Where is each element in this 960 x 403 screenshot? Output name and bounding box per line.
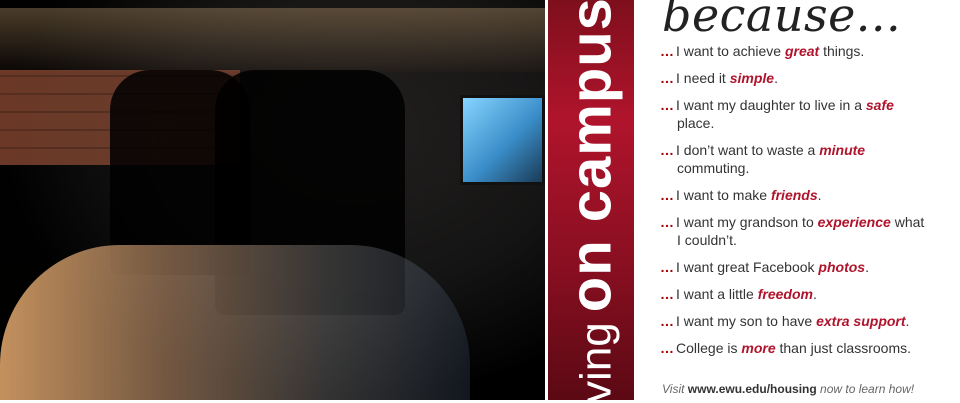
ellipsis: … <box>660 142 674 158</box>
reason-text-end: than just classrooms. <box>775 340 911 356</box>
reason-text: I want a little <box>676 286 758 302</box>
text-panel: because... … I want to achieve great thin… <box>640 0 960 400</box>
reason-text: I want my daughter to live in a <box>676 97 866 113</box>
ellipsis: … <box>660 313 674 329</box>
footer-cta: Visit www.ewu.edu/housing now to learn h… <box>662 382 914 396</box>
footer-post: now to learn how! <box>816 382 915 396</box>
reason-text-end: . <box>865 259 869 275</box>
reasons-list: … I want to achieve great things. … I need… <box>660 42 952 366</box>
reason-item: … I want my daughter to live in a safe pl… <box>660 96 952 132</box>
ellipsis: … <box>660 259 674 275</box>
student-lying-on-bed <box>0 245 470 400</box>
ellipsis: … <box>660 97 674 113</box>
reason-item: … I need it simple. <box>660 69 952 87</box>
reason-text-end: . <box>905 313 910 329</box>
reason-emphasis: experience <box>817 214 891 230</box>
reason-text-end: things. <box>819 43 865 59</box>
ellipsis: … <box>660 214 674 230</box>
ellipsis: … <box>660 340 674 356</box>
reason-text-end: . <box>812 286 817 302</box>
reason-emphasis: friends <box>770 187 818 203</box>
reason-item: … I want a little freedom. <box>660 285 952 303</box>
reason-text: I want to achieve <box>676 43 785 59</box>
reason-text: I don’t want to waste a <box>676 142 820 158</box>
reason-text: College is <box>676 340 742 356</box>
reason-text: I want my grandson to <box>676 214 818 230</box>
reason-emphasis: minute <box>819 142 866 158</box>
ellipsis: … <box>660 187 674 203</box>
reason-item: … I want great Facebook photos. <box>660 258 952 276</box>
reason-line2: commuting. <box>677 160 750 176</box>
reason-text: I want to make <box>676 187 771 203</box>
ellipsis: … <box>660 70 674 86</box>
headline: because... <box>662 0 902 42</box>
reason-emphasis: safe <box>865 97 894 113</box>
reason-item: … College is more than just classrooms. <box>660 339 952 357</box>
reason-text-end: . <box>774 70 778 86</box>
ellipsis: … <box>660 286 674 302</box>
ellipsis: … <box>660 43 674 59</box>
reason-emphasis: more <box>741 340 776 356</box>
reason-text-end: . <box>817 187 822 203</box>
wall-shelf <box>0 8 545 72</box>
reason-emphasis: great <box>784 43 820 59</box>
vertical-main: on campus <box>558 0 624 313</box>
reason-emphasis: extra support <box>816 313 906 329</box>
reason-line2: place. <box>677 115 715 131</box>
reason-text: I want my son to have <box>676 313 817 329</box>
reason-item: … I want my grandson to experience what I… <box>660 213 952 249</box>
reason-emphasis: simple <box>729 70 775 86</box>
reason-text-end: what <box>890 214 925 230</box>
reason-item: … I don’t want to waste a minute commutin… <box>660 141 952 177</box>
reason-item: … I want to achieve great things. <box>660 42 952 60</box>
reason-item: … I want my son to have extra support. <box>660 312 952 330</box>
reason-text: I need it <box>676 70 730 86</box>
reason-emphasis: photos <box>818 259 866 275</box>
footer-pre: Visit <box>662 382 688 396</box>
tv-monitor <box>460 95 545 185</box>
reason-line2: I couldn’t. <box>677 232 737 248</box>
vertical-prefix: ving <box>571 322 621 403</box>
red-vertical-band: ving on campus <box>548 0 634 403</box>
reason-emphasis: freedom <box>757 286 813 302</box>
housing-url[interactable]: www.ewu.edu/housing <box>688 382 817 396</box>
hero-photo <box>0 0 545 400</box>
vertical-title: ving on campus <box>558 0 625 403</box>
reason-text: I want great Facebook <box>676 259 819 275</box>
reason-item: … I want to make friends. <box>660 186 952 204</box>
